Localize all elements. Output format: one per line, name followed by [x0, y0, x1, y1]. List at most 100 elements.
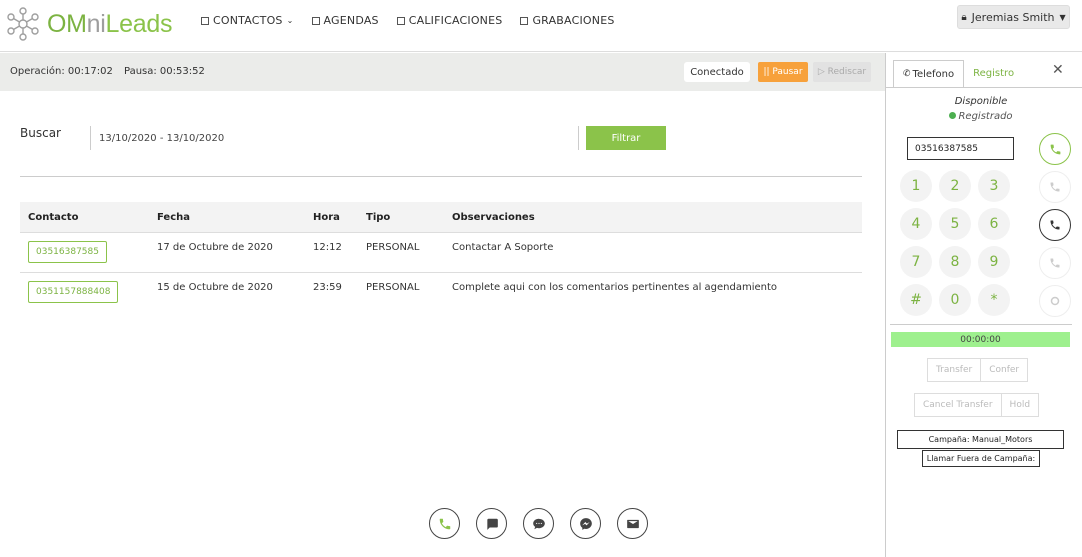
key-3[interactable]: 3	[978, 170, 1010, 202]
list-icon	[396, 16, 405, 25]
nav-contactos-label: CONTACTOS	[213, 14, 283, 27]
row-tipo: PERSONAL	[366, 282, 420, 293]
key-9[interactable]: 9	[978, 246, 1010, 278]
tabs-divider	[886, 87, 1082, 88]
tab-telefono-label: Telefono	[912, 68, 955, 80]
phone-channel-icon[interactable]	[429, 508, 460, 539]
contact-button[interactable]: 0351157888408	[28, 281, 119, 303]
logo-text: OMniLeads	[47, 10, 172, 39]
status-timers: Operación: 00:17:02 Pausa: 00:53:52	[10, 66, 213, 77]
phone-tab-icon: ✆	[903, 69, 911, 79]
header-fecha: Fecha	[157, 211, 191, 223]
connected-badge: Conectado	[684, 62, 750, 82]
call-outside-campaign-button[interactable]: Llamar Fuera de Campaña:	[922, 450, 1040, 467]
nav-calificaciones[interactable]: CALIFICACIONES	[396, 14, 503, 27]
key-hash[interactable]: #	[900, 284, 932, 316]
row-tipo: PERSONAL	[366, 242, 420, 253]
nav-agendas-label: AGENDAS	[323, 14, 379, 27]
key-5[interactable]: 5	[939, 208, 971, 240]
tab-registro[interactable]: Registro	[964, 60, 1023, 87]
key-4[interactable]: 4	[900, 208, 932, 240]
transfer-confer-group: Transfer Confer	[927, 358, 1029, 382]
agent-status-bar: Operación: 00:17:02 Pausa: 00:53:52	[0, 53, 885, 91]
key-star[interactable]: *	[978, 284, 1010, 316]
logo-ni: ni	[86, 9, 106, 38]
main-nav: CONTACTOS ⌄ AGENDAS CALIFICACIONES GRABA…	[201, 14, 625, 27]
phone-number-input[interactable]	[907, 137, 1014, 160]
hold-call-icon[interactable]	[1039, 247, 1071, 279]
row-hora: 23:59	[313, 282, 342, 293]
channel-icons	[429, 508, 648, 539]
filter-button[interactable]: Filtrar	[586, 126, 666, 150]
messenger-icon[interactable]	[570, 508, 601, 539]
header-observaciones: Observaciones	[452, 211, 535, 223]
omnileads-logo[interactable]: OMniLeads	[5, 4, 172, 44]
key-6[interactable]: 6	[978, 208, 1010, 240]
settings-gear-icon[interactable]	[1039, 285, 1071, 317]
sms-icon[interactable]	[476, 508, 507, 539]
nav-calificaciones-label: CALIFICACIONES	[408, 14, 503, 27]
tab-telefono[interactable]: ✆ Telefono	[893, 60, 965, 87]
user-name: Jeremias Smith	[971, 10, 1055, 24]
agenda-table: Contacto Fecha Hora Tipo Observaciones 0…	[20, 202, 862, 312]
call-icon[interactable]	[1039, 133, 1071, 165]
nav-grabaciones-label: GRABACIONES	[532, 14, 615, 27]
availability-status: Disponible	[954, 96, 1008, 107]
header-tipo: Tipo	[366, 211, 391, 223]
pause-time: Pausa: 00:53:52	[124, 66, 205, 77]
logo-om: OM	[47, 9, 87, 38]
nav-contactos[interactable]: CONTACTOS ⌄	[201, 14, 294, 27]
key-7[interactable]: 7	[900, 246, 932, 278]
key-0[interactable]: 0	[939, 284, 971, 316]
logo-icon	[7, 7, 39, 41]
divider	[20, 176, 862, 177]
operation-time: Operación: 00:17:02	[10, 66, 113, 77]
table-row: 0351157888408 15 de Octubre de 2020 23:5…	[20, 272, 862, 312]
nav-agendas[interactable]: AGENDAS	[311, 14, 379, 27]
contact-button[interactable]: 03516387585	[28, 241, 107, 263]
dial-keypad: 1 2 3 4 5 6 7 8 9 # 0 *	[900, 170, 1010, 316]
transfer-call-icon[interactable]	[1039, 209, 1071, 241]
nav-grabaciones[interactable]: GRABACIONES	[520, 14, 614, 27]
close-icon[interactable]: ✕	[1052, 62, 1064, 78]
cancel-transfer-button[interactable]: Cancel Transfer	[915, 394, 1001, 416]
chat-icon[interactable]	[523, 508, 554, 539]
key-2[interactable]: 2	[939, 170, 971, 202]
row-fecha: 17 de Octubre de 2020	[157, 242, 273, 253]
header-hora: Hora	[313, 211, 340, 223]
row-fecha: 15 de Octubre de 2020	[157, 282, 273, 293]
hangup-icon[interactable]	[1039, 171, 1071, 203]
row-observaciones: Complete aqui con los comentarios pertin…	[452, 282, 778, 293]
search-label: Buscar	[20, 126, 61, 140]
top-navbar: OMniLeads CONTACTOS ⌄ AGENDAS CALIFICACI…	[0, 0, 1082, 52]
transfer-button[interactable]: Transfer	[928, 359, 980, 381]
cancel-hold-group: Cancel Transfer Hold	[914, 393, 1040, 417]
pause-button[interactable]: || Pausar	[758, 62, 808, 82]
email-icon[interactable]	[617, 508, 648, 539]
campaign-button[interactable]: Campaña: Manual_Motors	[897, 430, 1064, 449]
row-observaciones: Contactar A Soporte	[452, 242, 554, 253]
key-1[interactable]: 1	[900, 170, 932, 202]
user-lock-icon: 🔒︎	[961, 11, 967, 23]
keypad-divider	[890, 324, 1072, 325]
table-header: Contacto Fecha Hora Tipo Observaciones	[20, 202, 862, 232]
chevron-down-icon: ⌄	[286, 16, 294, 25]
date-range-input[interactable]	[90, 126, 579, 150]
logo-leads: Leads	[105, 9, 173, 38]
row-hora: 12:12	[313, 242, 342, 253]
header-contacto: Contacto	[28, 211, 79, 223]
contacts-icon	[201, 16, 209, 25]
registration-status: Registrado	[886, 111, 1076, 122]
chart-icon	[520, 16, 529, 25]
key-8[interactable]: 8	[939, 246, 971, 278]
hold-button[interactable]: Hold	[1000, 394, 1039, 416]
redial-button[interactable]: ▷ Rediscar	[813, 62, 871, 82]
calendar-icon	[311, 16, 320, 25]
status-dot-icon	[949, 112, 957, 119]
confer-button[interactable]: Confer	[980, 359, 1027, 381]
call-actions	[1039, 133, 1071, 317]
user-menu-button[interactable]: 🔒︎ Jeremias Smith ▼	[957, 5, 1070, 29]
table-row: 03516387585 17 de Octubre de 2020 12:12 …	[20, 232, 862, 272]
caret-down-icon: ▼	[1059, 12, 1066, 22]
registration-label: Registrado	[958, 111, 1013, 122]
